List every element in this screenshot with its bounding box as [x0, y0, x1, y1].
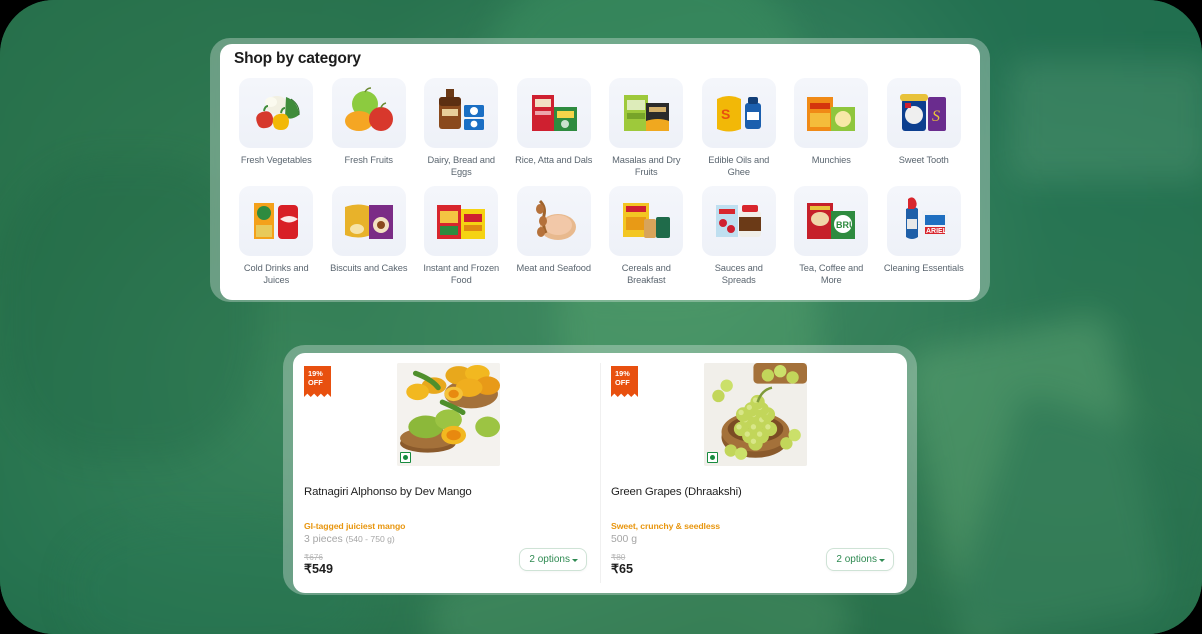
oils-ghee-icon: S: [701, 78, 776, 148]
category-item-label: Edible Oils and Ghee: [708, 155, 770, 177]
category-item[interactable]: S Edible Oils and Ghee: [693, 78, 786, 178]
sweet-tooth-icon: S: [886, 78, 961, 148]
product-options-button[interactable]: 2 options: [519, 548, 587, 571]
fruits-icon: [331, 78, 406, 148]
grapes-image[interactable]: [704, 363, 807, 466]
category-item-label: Sweet Tooth: [898, 155, 949, 165]
page-title: Shop by category: [234, 50, 361, 67]
product-price: ₹65: [611, 562, 634, 576]
category-item-label: Masalas and Dry Fruits: [612, 155, 681, 177]
chevron-down-icon: [879, 559, 885, 562]
sauces-spreads-icon: [701, 186, 776, 256]
category-grid: Fresh Vegetables Fresh Fruits Dairy, Bread…: [230, 78, 970, 286]
category-item[interactable]: Instant and Frozen Food: [415, 186, 508, 286]
category-item-label: Tea, Coffee and More: [799, 263, 864, 285]
tea-coffee-icon: BRU: [794, 186, 869, 256]
discount-badge: 19% OFF: [611, 366, 638, 397]
munchies-icon: [794, 78, 869, 148]
product-options-label: 2 options: [529, 554, 570, 565]
product-quantity: 3 pieces (540 - 750 g): [304, 534, 395, 545]
category-item[interactable]: ARIEL Cleaning Essentials: [878, 186, 971, 286]
rice-atta-dals-icon: [516, 78, 591, 148]
masalas-dryfruits-icon: [609, 78, 684, 148]
category-item-label: Dairy, Bread and Eggs: [427, 155, 496, 177]
category-item[interactable]: S Sweet Tooth: [878, 78, 971, 178]
veg-mark-icon: [707, 452, 718, 463]
category-item-label: Sauces and Spreads: [714, 263, 763, 285]
vegetables-icon: [239, 78, 314, 148]
dairy-bread-eggs-icon: [424, 78, 499, 148]
veg-mark-icon: [400, 452, 411, 463]
category-item-label: Rice, Atta and Dals: [515, 155, 593, 165]
cleaning-essentials-icon: ARIEL: [886, 186, 961, 256]
category-item-label: Instant and Frozen Food: [423, 263, 500, 285]
product-options-label: 2 options: [836, 554, 877, 565]
category-item-label: Cereals and Breakfast: [621, 263, 671, 285]
product-price: ₹549: [304, 562, 334, 576]
product-options-button[interactable]: 2 options: [826, 548, 894, 571]
discount-badge: 19% OFF: [304, 366, 331, 397]
category-item-label: Cleaning Essentials: [883, 263, 964, 273]
svg-text:S: S: [932, 108, 940, 125]
app-frame: Shop by category Fresh Vegetables Fresh F…: [0, 0, 1202, 634]
category-item[interactable]: Fresh Fruits: [323, 78, 416, 178]
category-item[interactable]: Sauces and Spreads: [693, 186, 786, 286]
category-item[interactable]: Masalas and Dry Fruits: [600, 78, 693, 178]
mango-image[interactable]: [397, 363, 500, 466]
product-card[interactable]: 19% OFF Ratnagiri Alphonso by Dev Mango GI-…: [293, 353, 600, 593]
product-tagline: GI-tagged juiciest mango: [304, 521, 406, 531]
product-quantity-sub: (540 - 750 g): [345, 534, 395, 544]
product-tagline: Sweet, crunchy & seedless: [611, 521, 721, 531]
category-item-label: Biscuits and Cakes: [330, 263, 408, 273]
products-panel: 19% OFF Ratnagiri Alphonso by Dev Mango GI-…: [293, 353, 907, 593]
meat-seafood-icon: [516, 186, 591, 256]
category-item[interactable]: Fresh Vegetables: [230, 78, 323, 178]
product-title: Green Grapes (Dhraakshi): [611, 486, 742, 498]
categories-panel: Shop by category Fresh Vegetables Fresh F…: [220, 44, 980, 300]
product-title: Ratnagiri Alphonso by Dev Mango: [304, 486, 472, 498]
cereals-breakfast-icon: [609, 186, 684, 256]
svg-text:ARIEL: ARIEL: [926, 228, 948, 235]
category-item[interactable]: Munchies: [785, 78, 878, 178]
biscuits-cakes-icon: [331, 186, 406, 256]
category-item-label: Munchies: [811, 155, 851, 165]
category-item-label: Cold Drinks and Juices: [243, 263, 309, 285]
product-quantity-main: 500 g: [611, 534, 638, 545]
category-item[interactable]: Rice, Atta and Dals: [508, 78, 601, 178]
category-item-label: Meat and Seafood: [516, 263, 591, 273]
svg-text:BRU: BRU: [836, 220, 856, 230]
instant-frozen-icon: [424, 186, 499, 256]
product-card[interactable]: 19% OFF Green Grapes (Dhraakshi) Sweet, cru…: [600, 353, 907, 593]
category-item-label: Fresh Vegetables: [240, 155, 312, 165]
category-item[interactable]: Meat and Seafood: [508, 186, 601, 286]
product-quantity: 500 g: [611, 534, 637, 545]
discount-off-label: OFF: [308, 377, 323, 387]
category-item-label: Fresh Fruits: [344, 155, 393, 165]
cold-drinks-icon: [239, 186, 314, 256]
chevron-down-icon: [572, 559, 578, 562]
product-quantity-main: 3 pieces: [304, 534, 343, 545]
category-item[interactable]: BRU Tea, Coffee and More: [785, 186, 878, 286]
category-item[interactable]: Biscuits and Cakes: [323, 186, 416, 286]
svg-text:S: S: [721, 106, 730, 122]
category-item[interactable]: Cold Drinks and Juices: [230, 186, 323, 286]
category-item[interactable]: Cereals and Breakfast: [600, 186, 693, 286]
category-item[interactable]: Dairy, Bread and Eggs: [415, 78, 508, 178]
discount-off-label: OFF: [615, 377, 630, 387]
